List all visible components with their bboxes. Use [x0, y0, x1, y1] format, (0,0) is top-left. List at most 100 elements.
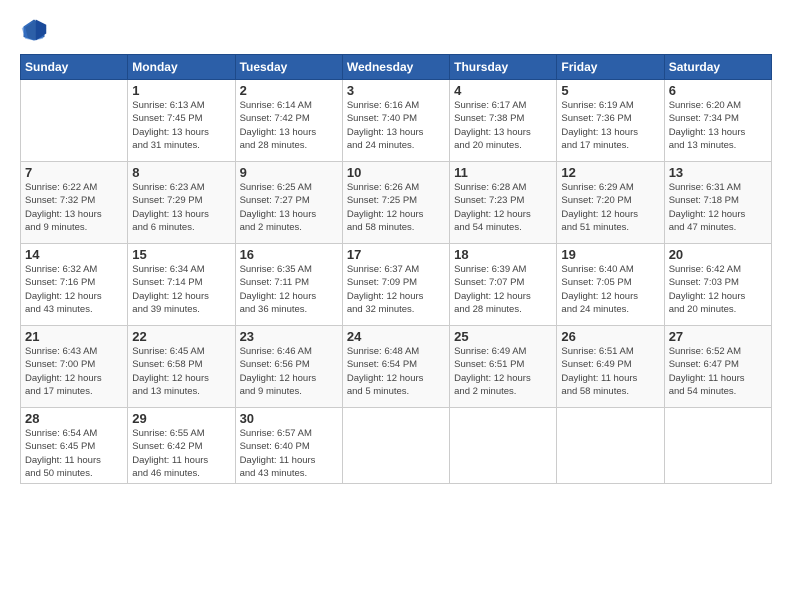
calendar-cell: 30Sunrise: 6:57 AMSunset: 6:40 PMDayligh… — [235, 408, 342, 484]
day-number: 2 — [240, 83, 338, 98]
day-info-line: and 47 minutes. — [669, 222, 737, 233]
day-info: Sunrise: 6:45 AMSunset: 6:58 PMDaylight:… — [132, 345, 230, 398]
day-info-line: Daylight: 11 hours — [669, 373, 745, 384]
day-info-line: Sunrise: 6:52 AM — [669, 346, 741, 357]
day-info-line: and 46 minutes. — [132, 468, 200, 479]
calendar: SundayMondayTuesdayWednesdayThursdayFrid… — [20, 54, 772, 484]
day-info-line: and 51 minutes. — [561, 222, 629, 233]
day-info-line: Sunrise: 6:51 AM — [561, 346, 633, 357]
day-info-line: and 9 minutes. — [240, 386, 302, 397]
day-info-line: and 2 minutes. — [240, 222, 302, 233]
day-number: 9 — [240, 165, 338, 180]
day-info-line: Sunset: 7:40 PM — [347, 113, 417, 124]
day-info: Sunrise: 6:46 AMSunset: 6:56 PMDaylight:… — [240, 345, 338, 398]
day-info-line: and 39 minutes. — [132, 304, 200, 315]
day-info-line: Daylight: 11 hours — [561, 373, 637, 384]
day-info-line: Sunrise: 6:19 AM — [561, 100, 633, 111]
day-info-line: Sunset: 7:03 PM — [669, 277, 739, 288]
day-info-line: and 24 minutes. — [561, 304, 629, 315]
day-info-line: Sunset: 7:00 PM — [25, 359, 95, 370]
day-info-line: Daylight: 12 hours — [454, 209, 531, 220]
day-info: Sunrise: 6:40 AMSunset: 7:05 PMDaylight:… — [561, 263, 659, 316]
day-info-line: Sunrise: 6:35 AM — [240, 264, 312, 275]
day-info-line: Sunset: 7:16 PM — [25, 277, 95, 288]
day-number: 22 — [132, 329, 230, 344]
day-number: 13 — [669, 165, 767, 180]
day-info-line: Sunset: 7:36 PM — [561, 113, 631, 124]
day-info-line: Daylight: 12 hours — [347, 209, 424, 220]
day-number: 15 — [132, 247, 230, 262]
day-info: Sunrise: 6:49 AMSunset: 6:51 PMDaylight:… — [454, 345, 552, 398]
day-info-line: Sunrise: 6:57 AM — [240, 428, 312, 439]
calendar-cell: 21Sunrise: 6:43 AMSunset: 7:00 PMDayligh… — [21, 326, 128, 408]
calendar-cell: 10Sunrise: 6:26 AMSunset: 7:25 PMDayligh… — [342, 162, 449, 244]
day-info-line: Sunset: 7:42 PM — [240, 113, 310, 124]
day-info-line: and 50 minutes. — [25, 468, 93, 479]
day-number: 12 — [561, 165, 659, 180]
day-number: 19 — [561, 247, 659, 262]
day-number: 23 — [240, 329, 338, 344]
day-info-line: Sunrise: 6:45 AM — [132, 346, 204, 357]
day-info-line: Daylight: 12 hours — [561, 291, 638, 302]
weekday-header-tuesday: Tuesday — [235, 55, 342, 80]
day-info: Sunrise: 6:48 AM Sunset: 6:54 PM Daylight:… — [347, 345, 445, 398]
day-number: 5 — [561, 83, 659, 98]
day-info-line: Sunset: 6:54 PM — [347, 359, 417, 370]
day-info-line: Daylight: 12 hours — [561, 209, 638, 220]
calendar-cell: 27Sunrise: 6:52 AMSunset: 6:47 PMDayligh… — [664, 326, 771, 408]
day-number: 30 — [240, 411, 338, 426]
day-info: Sunrise: 6:34 AMSunset: 7:14 PMDaylight:… — [132, 263, 230, 316]
day-info-line: and 13 minutes. — [132, 386, 200, 397]
day-info-line: Daylight: 12 hours — [454, 373, 531, 384]
week-row-4: 21Sunrise: 6:43 AMSunset: 7:00 PMDayligh… — [21, 326, 772, 408]
day-number: 28 — [25, 411, 123, 426]
day-info-line: Sunrise: 6:13 AM — [132, 100, 204, 111]
calendar-cell: 26Sunrise: 6:51 AMSunset: 6:49 PMDayligh… — [557, 326, 664, 408]
day-info-line: Sunrise: 6:49 AM — [454, 346, 526, 357]
day-info-line: Sunset: 7:29 PM — [132, 195, 202, 206]
day-number: 10 — [347, 165, 445, 180]
day-info-line: and 24 minutes. — [347, 140, 415, 151]
day-info-line: and 2 minutes. — [454, 386, 516, 397]
calendar-cell: 13Sunrise: 6:31 AMSunset: 7:18 PMDayligh… — [664, 162, 771, 244]
day-info: Sunrise: 6:52 AMSunset: 6:47 PMDaylight:… — [669, 345, 767, 398]
week-row-2: 7Sunrise: 6:22 AMSunset: 7:32 PMDaylight… — [21, 162, 772, 244]
day-info-line: Daylight: 13 hours — [240, 209, 317, 220]
day-info-line: Sunrise: 6:31 AM — [669, 182, 741, 193]
calendar-cell: 20Sunrise: 6:42 AMSunset: 7:03 PMDayligh… — [664, 244, 771, 326]
day-info-line: Sunrise: 6:14 AM — [240, 100, 312, 111]
day-info-line: Daylight: 13 hours — [132, 127, 209, 138]
day-info-line: Sunrise: 6:28 AM — [454, 182, 526, 193]
day-info: Sunrise: 6:42 AMSunset: 7:03 PMDaylight:… — [669, 263, 767, 316]
day-info-line: Sunset: 6:58 PM — [132, 359, 202, 370]
day-info-line: Sunrise: 6:48 AM — [347, 346, 419, 357]
day-number: 14 — [25, 247, 123, 262]
day-number: 8 — [132, 165, 230, 180]
calendar-cell: 9Sunrise: 6:25 AMSunset: 7:27 PMDaylight… — [235, 162, 342, 244]
day-number: 21 — [25, 329, 123, 344]
weekday-header-sunday: Sunday — [21, 55, 128, 80]
day-number: 11 — [454, 165, 552, 180]
day-info-line: Sunset: 6:45 PM — [25, 441, 95, 452]
calendar-cell — [21, 80, 128, 162]
day-info-line: Sunrise: 6:55 AM — [132, 428, 204, 439]
calendar-cell: 7Sunrise: 6:22 AMSunset: 7:32 PMDaylight… — [21, 162, 128, 244]
weekday-header-saturday: Saturday — [664, 55, 771, 80]
day-info: Sunrise: 6:20 AMSunset: 7:34 PMDaylight:… — [669, 99, 767, 152]
day-number: 27 — [669, 329, 767, 344]
day-info-line: Sunrise: 6:54 AM — [25, 428, 97, 439]
day-info: Sunrise: 6:28 AMSunset: 7:23 PMDaylight:… — [454, 181, 552, 234]
day-info-line: Sunrise: 6:37 AM — [347, 264, 419, 275]
day-info: Sunrise: 6:23 AMSunset: 7:29 PMDaylight:… — [132, 181, 230, 234]
day-info-line: Sunrise: 6:23 AM — [132, 182, 204, 193]
day-info-line: Sunset: 7:32 PM — [25, 195, 95, 206]
day-info-line: Sunrise: 6:40 AM — [561, 264, 633, 275]
day-info-line: Daylight: 12 hours — [454, 291, 531, 302]
day-number: 7 — [25, 165, 123, 180]
day-info-line: Daylight: 12 hours — [25, 291, 102, 302]
day-info-line: and 54 minutes. — [669, 386, 737, 397]
day-info-line: Daylight: 12 hours — [347, 373, 424, 384]
day-number: 6 — [669, 83, 767, 98]
day-info-line: and 36 minutes. — [240, 304, 308, 315]
day-info: Sunrise: 6:54 AMSunset: 6:45 PMDaylight:… — [25, 427, 123, 480]
